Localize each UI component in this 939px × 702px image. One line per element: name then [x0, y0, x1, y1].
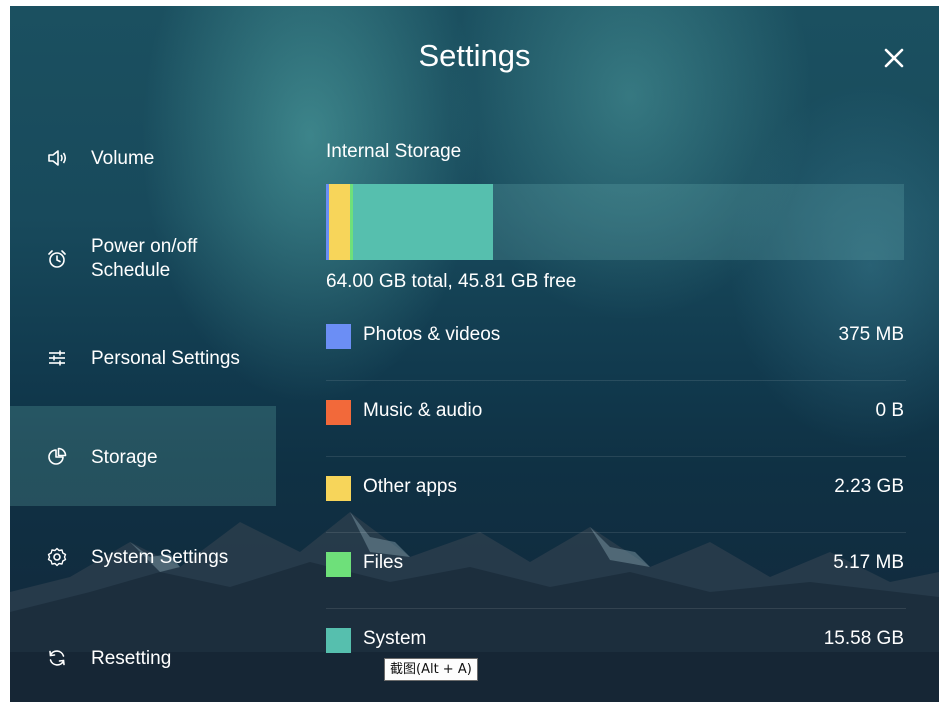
category-label: Photos & videos [363, 324, 501, 345]
category-label: Other apps [363, 476, 457, 497]
storage-summary: 64.00 GB total, 45.81 GB free [326, 271, 577, 292]
screenshot-tooltip: 截图(Alt + A) [384, 658, 478, 681]
category-size: 5.17 MB [833, 552, 904, 573]
speaker-icon [48, 150, 67, 166]
alarm-clock-icon [48, 250, 66, 268]
pie-chart-icon [48, 447, 67, 465]
sidebar-item-volume[interactable]: Volume [10, 106, 276, 206]
category-label: Files [363, 552, 404, 573]
storage-usage-bar [326, 184, 904, 260]
gear-icon [47, 547, 67, 567]
sidebar-item-personal-settings[interactable]: Personal Settings [10, 306, 276, 406]
sidebar-item-label: Power on/off [91, 236, 198, 257]
sidebar-item-label-line2: Schedule [91, 260, 171, 281]
page-title: Settings [418, 38, 531, 73]
category-color-swatch [326, 476, 351, 501]
storage-bar-segment [352, 184, 494, 260]
category-color-swatch [326, 628, 351, 653]
category-size: 375 MB [838, 324, 904, 345]
category-label: System [363, 628, 427, 649]
sidebar-item-system-settings[interactable]: System Settings [10, 506, 276, 606]
storage-bar-segment [329, 184, 350, 260]
storage-category-row[interactable]: Photos & videos 375 MB [326, 322, 906, 362]
row-divider [326, 380, 906, 381]
row-divider [326, 456, 906, 457]
storage-category-row[interactable]: Files 5.17 MB [326, 550, 906, 590]
sidebar-item-label: System Settings [91, 547, 229, 568]
settings-screen: Settings Volume Power on/off Schedule Pe… [10, 6, 939, 702]
internal-storage-title: Internal Storage [326, 141, 462, 162]
storage-category-row[interactable]: Other apps 2.23 GB [326, 474, 906, 514]
sidebar-item-resetting[interactable]: Resetting [10, 606, 276, 702]
category-label: Music & audio [363, 400, 483, 421]
category-size: 2.23 GB [834, 476, 904, 497]
sliders-icon [49, 350, 65, 366]
sidebar: Volume Power on/off Schedule Personal Se… [10, 106, 276, 702]
row-divider [326, 608, 906, 609]
sidebar-item-label: Personal Settings [91, 348, 240, 369]
sidebar-item-power-schedule[interactable]: Power on/off Schedule [10, 206, 276, 306]
category-color-swatch [326, 552, 351, 577]
sidebar-item-storage[interactable]: Storage [10, 406, 276, 506]
row-divider [326, 532, 906, 533]
category-size: 15.58 GB [823, 628, 904, 649]
category-color-swatch [326, 324, 351, 349]
category-color-swatch [326, 400, 351, 425]
sidebar-item-label: Storage [91, 447, 158, 468]
close-icon[interactable] [880, 44, 908, 72]
sidebar-item-label: Resetting [91, 648, 172, 669]
refresh-icon [49, 650, 65, 666]
sidebar-item-label: Volume [91, 148, 155, 169]
category-size: 0 B [875, 400, 904, 421]
storage-category-row[interactable]: Music & audio 0 B [326, 398, 906, 438]
